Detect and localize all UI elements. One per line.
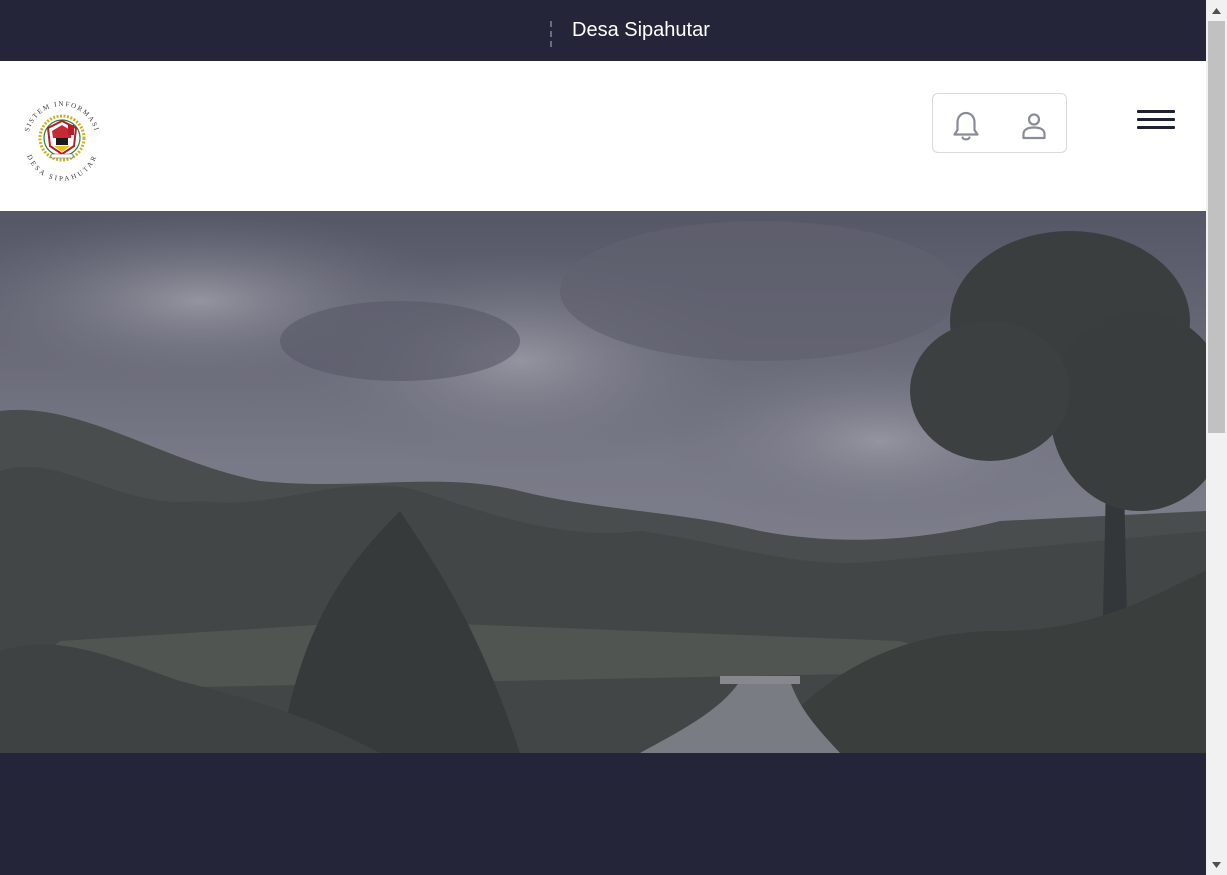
menu-line (1137, 110, 1175, 113)
scroll-down-button[interactable] (1206, 856, 1227, 873)
divider (550, 21, 554, 47)
page: Desa Sipahutar SISTEM INFORMASI DESA SIP… (0, 0, 1206, 875)
caret-up-icon (1212, 7, 1221, 14)
site-name: Desa Sipahutar (572, 19, 710, 41)
scroll-up-button[interactable] (1206, 2, 1227, 19)
menu-line (1137, 126, 1175, 129)
caret-down-icon (1212, 861, 1221, 868)
footer-band (0, 753, 1206, 875)
hamburger-menu-icon[interactable] (1135, 108, 1177, 134)
vertical-scrollbar[interactable] (1206, 0, 1227, 875)
user-icon (1022, 113, 1046, 140)
landscape-photo (0, 211, 1206, 753)
header-icon-group (932, 93, 1067, 153)
notification-button[interactable] (948, 108, 984, 144)
account-button[interactable] (1016, 108, 1052, 144)
bell-icon (953, 111, 979, 141)
menu-line (1137, 118, 1175, 121)
top-bar: Desa Sipahutar (0, 0, 1206, 61)
scroll-thumb[interactable] (1208, 21, 1225, 433)
village-logo[interactable]: SISTEM INFORMASI DESA SIPAHUTAR (18, 94, 106, 183)
header: SISTEM INFORMASI DESA SIPAHUTAR (0, 61, 1206, 211)
hero-image (0, 211, 1206, 753)
